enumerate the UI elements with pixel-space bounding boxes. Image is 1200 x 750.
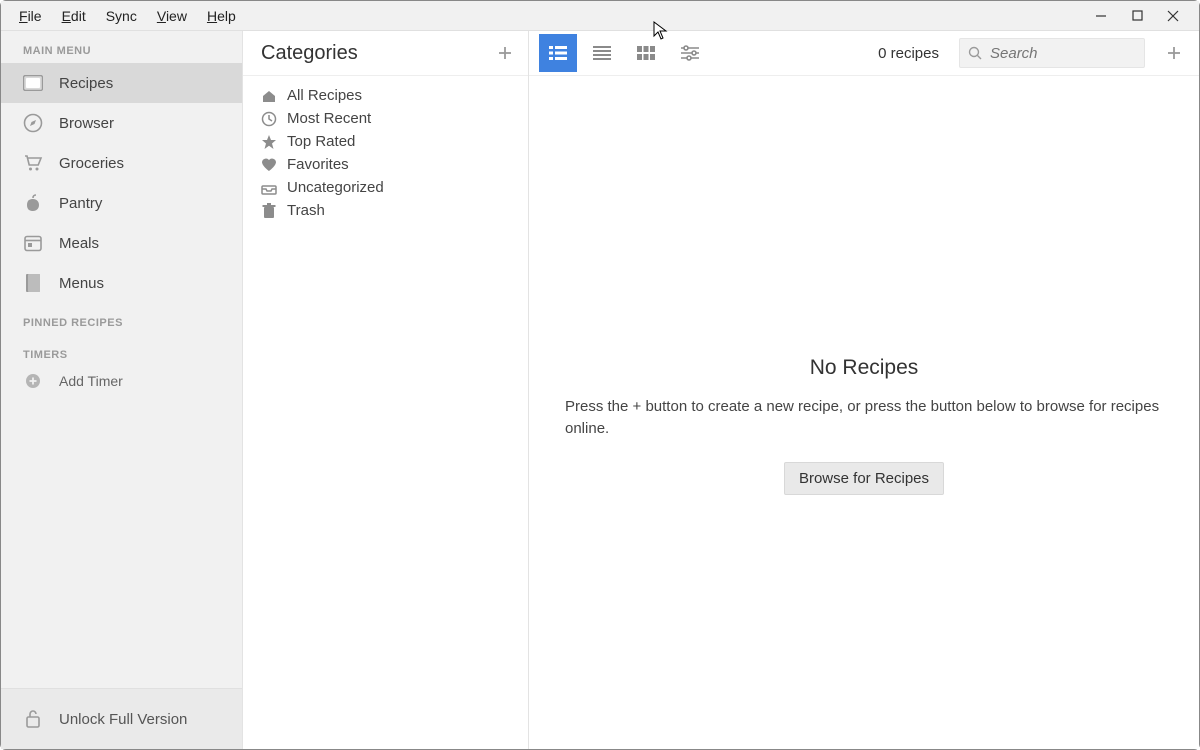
sidebar-item-meals[interactable]: Meals [1, 223, 242, 263]
sidebar-heading-pinned: PINNED RECIPES [1, 303, 242, 335]
sidebar-item-label: Meals [59, 235, 99, 252]
heart-icon [261, 157, 277, 173]
sidebar-item-recipes[interactable]: Recipes [1, 63, 242, 103]
sidebar-item-label: Groceries [59, 155, 124, 172]
category-top-rated[interactable]: Top Rated [249, 130, 522, 153]
categories-panel: Categories All Recipes Most Recent Top R… [243, 31, 529, 749]
main-pane: 0 recipes No Recipes Press the + button … [529, 31, 1199, 749]
star-icon [261, 134, 277, 150]
sidebar-item-groceries[interactable]: Groceries [1, 143, 242, 183]
sidebar-item-label: Menus [59, 275, 104, 292]
sidebar-item-label: Browser [59, 115, 114, 132]
sidebar-heading-main: MAIN MENU [1, 31, 242, 63]
menu-sync[interactable]: Sync [96, 4, 147, 28]
plus-circle-icon [23, 371, 43, 391]
unlock-label: Unlock Full Version [59, 711, 187, 728]
categories-header: Categories [243, 31, 528, 76]
category-favorites[interactable]: Favorites [249, 153, 522, 176]
empty-message: Press the + button to create a new recip… [565, 396, 1163, 440]
category-label: Top Rated [287, 133, 355, 150]
clock-icon [261, 111, 277, 127]
book-icon [23, 273, 43, 293]
category-label: Most Recent [287, 110, 371, 127]
add-recipe-button[interactable] [1159, 38, 1189, 68]
home-icon [261, 88, 277, 104]
recipe-count: 0 recipes [878, 45, 939, 62]
add-category-button[interactable] [492, 40, 518, 66]
menu-help[interactable]: Help [197, 4, 246, 28]
empty-title: No Recipes [565, 356, 1163, 380]
category-label: Favorites [287, 156, 349, 173]
trash-icon [261, 203, 277, 219]
menu-view[interactable]: View [147, 4, 197, 28]
search-box[interactable] [959, 38, 1145, 68]
menu-edit[interactable]: Edit [52, 4, 96, 28]
unlock-full-version[interactable]: Unlock Full Version [1, 688, 242, 749]
maximize-button[interactable] [1119, 2, 1155, 30]
category-all-recipes[interactable]: All Recipes [249, 84, 522, 107]
category-label: All Recipes [287, 87, 362, 104]
categories-list: All Recipes Most Recent Top Rated Favori… [243, 76, 528, 230]
browse-for-recipes-button[interactable]: Browse for Recipes [784, 462, 944, 495]
search-icon [968, 46, 982, 60]
categories-title: Categories [261, 42, 492, 65]
category-uncategorized[interactable]: Uncategorized [249, 176, 522, 199]
compass-icon [23, 113, 43, 133]
category-label: Uncategorized [287, 179, 384, 196]
view-list-compact-button[interactable] [583, 34, 621, 72]
sidebar-item-menus[interactable]: Menus [1, 263, 242, 303]
recipe-card-icon [23, 73, 43, 93]
calendar-icon [23, 233, 43, 253]
sidebar-item-pantry[interactable]: Pantry [1, 183, 242, 223]
minimize-button[interactable] [1083, 2, 1119, 30]
window-controls [1083, 2, 1191, 30]
view-list-detailed-button[interactable] [539, 34, 577, 72]
empty-state: No Recipes Press the + button to create … [529, 76, 1199, 495]
category-label: Trash [287, 202, 325, 219]
sidebar-item-add-timer[interactable]: Add Timer [1, 367, 242, 395]
menu-file[interactable]: File [9, 4, 52, 28]
sidebar-item-label: Add Timer [59, 373, 123, 389]
lock-open-icon [23, 709, 43, 729]
close-button[interactable] [1155, 2, 1191, 30]
sidebar-item-browser[interactable]: Browser [1, 103, 242, 143]
tray-icon [261, 180, 277, 196]
sidebar-item-label: Recipes [59, 75, 113, 92]
search-input[interactable] [988, 44, 1136, 63]
sidebar: MAIN MENU Recipes Browser Groceries Pant… [1, 31, 243, 749]
sidebar-item-label: Pantry [59, 195, 102, 212]
cart-icon [23, 153, 43, 173]
sidebar-heading-timers: TIMERS [1, 335, 242, 367]
category-most-recent[interactable]: Most Recent [249, 107, 522, 130]
category-trash[interactable]: Trash [249, 199, 522, 222]
recipes-toolbar: 0 recipes [529, 31, 1199, 76]
menubar: File Edit Sync View Help [1, 1, 1199, 31]
view-grid-button[interactable] [627, 34, 665, 72]
apple-icon [23, 193, 43, 213]
view-settings-button[interactable] [671, 34, 709, 72]
